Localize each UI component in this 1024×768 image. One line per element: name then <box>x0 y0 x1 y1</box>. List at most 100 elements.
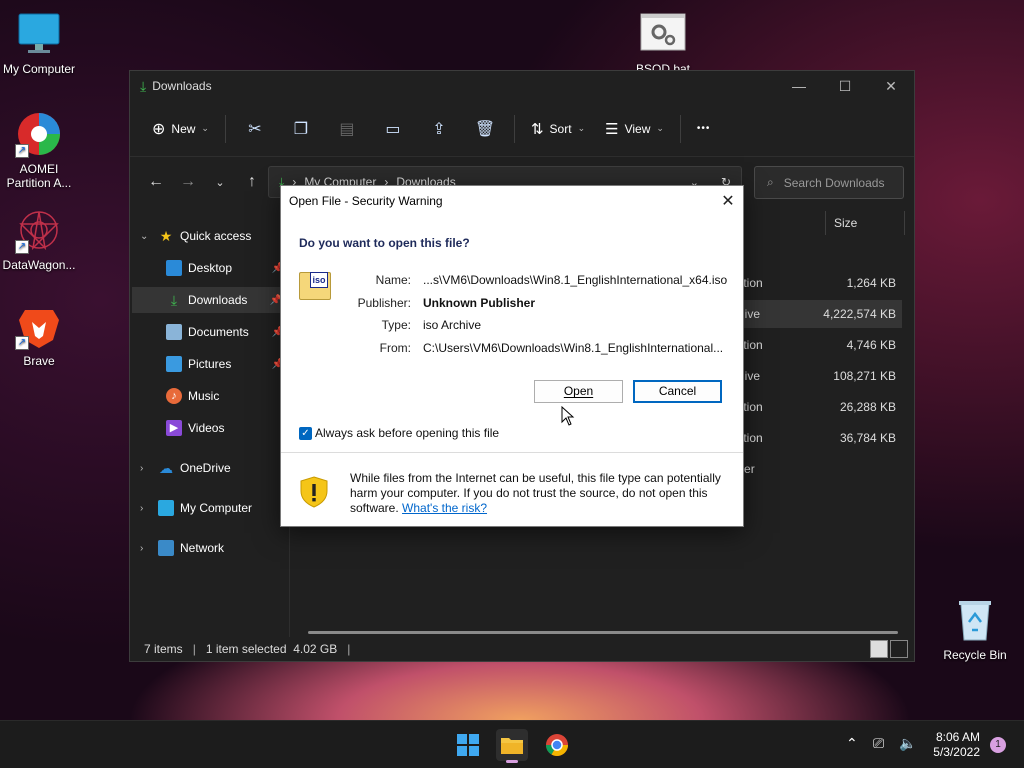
large-icons-view-icon[interactable] <box>890 640 908 658</box>
desktop-icon-datawagon[interactable]: ↗ DataWagon... <box>0 206 81 272</box>
sidebar-item-documents[interactable]: Documents 📌 <box>130 319 290 345</box>
sidebar-label: Desktop <box>188 261 233 275</box>
column-header-size[interactable]: Size <box>825 211 857 235</box>
sidebar-item-network[interactable]: › Network <box>130 535 290 561</box>
chevron-right-icon: › <box>140 502 144 514</box>
sidebar-item-my-computer[interactable]: › My Computer <box>130 495 290 521</box>
show-hidden-icons-chevron-icon[interactable]: ⌃ <box>846 735 858 752</box>
open-button-label: Open <box>563 384 594 398</box>
sidebar-item-onedrive[interactable]: › ☁ OneDrive <box>130 455 290 481</box>
explorer-titlebar[interactable]: ⤓ Downloads — ☐ ✕ <box>130 71 914 101</box>
type-value: iso Archive <box>423 318 482 332</box>
column-divider[interactable] <box>904 211 905 235</box>
dialog-titlebar[interactable]: Open File - Security Warning ✕ <box>281 186 743 216</box>
file-explorer-taskbar-button[interactable] <box>496 729 528 763</box>
search-placeholder: Search Downloads <box>783 175 885 190</box>
dialog-question: Do you want to open this file? <box>299 236 470 250</box>
iso-file-icon: iso <box>299 272 331 300</box>
cancel-button-label: Cancel <box>658 384 697 398</box>
checkmark-icon[interactable]: ✓ <box>299 426 312 440</box>
recent-locations-chevron-icon[interactable]: ⌄ <box>204 176 236 189</box>
sidebar-label: Pictures <box>188 357 232 371</box>
paste-icon[interactable]: ▤ <box>324 119 370 139</box>
details-view-icon[interactable] <box>870 640 888 658</box>
item-count: 7 items <box>144 642 183 656</box>
clock-time: 8:06 AM <box>935 730 980 744</box>
desktop-icon-label: DataWagon... <box>2 258 76 272</box>
cut-icon[interactable]: ✂ <box>232 119 278 139</box>
desktop-icon-brave[interactable]: ↗ Brave <box>0 302 81 368</box>
name-value: ...s\VM6\Downloads\Win8.1_EnglishInterna… <box>423 273 728 287</box>
recycle-bin-icon <box>951 596 999 644</box>
desktop-icon-my-computer[interactable]: My Computer <box>0 10 81 76</box>
publisher-value: Unknown Publisher <box>423 296 536 310</box>
sort-arrows-icon: ⇅ <box>530 120 544 138</box>
sidebar-label: Documents <box>188 325 249 339</box>
chevron-down-icon: ⌄ <box>140 230 149 242</box>
security-warning-dialog[interactable]: Open File - Security Warning ✕ Do you wa… <box>280 185 744 527</box>
cloud-icon: ☁ <box>159 460 173 476</box>
pictures-icon <box>166 356 182 372</box>
chevron-down-icon: ⌄ <box>577 123 586 133</box>
sidebar-label: Downloads <box>188 293 248 307</box>
system-clock[interactable]: 8:06 AM 5/3/2022 <box>933 730 980 760</box>
up-arrow-icon[interactable]: ↑ <box>236 173 268 191</box>
sidebar-label: Music <box>188 389 220 403</box>
horizontal-scrollbar[interactable] <box>308 631 898 634</box>
file-size: 108,271 KB <box>833 369 896 383</box>
desktop-icon-label: Recycle Bin <box>943 648 1007 662</box>
download-arrow-icon: ⤓ <box>170 292 178 308</box>
type-label: Type: <box>381 318 411 332</box>
selection-info: 1 item selected 4.02 GB <box>205 642 338 656</box>
shortcut-arrow-icon: ↗ <box>15 144 29 158</box>
sort-button[interactable]: ⇅ Sort ⌄ <box>521 112 595 146</box>
forward-arrow-icon[interactable]: → <box>172 173 204 191</box>
cancel-button[interactable]: Cancel <box>633 380 722 403</box>
sidebar-label: OneDrive <box>180 461 231 475</box>
delete-icon[interactable]: 🗑 <box>462 119 508 139</box>
new-button[interactable]: ⊕ New ⌄ <box>142 112 219 146</box>
volume-icon[interactable]: 🔈 <box>899 735 916 752</box>
desktop-icon-recycle-bin[interactable]: Recycle Bin <box>933 596 1017 662</box>
sidebar-item-pictures[interactable]: Pictures 📌 <box>130 351 290 377</box>
share-icon[interactable]: ⇪ <box>416 119 462 139</box>
sidebar-label: Quick access <box>180 229 252 243</box>
sort-label: Sort <box>549 121 572 136</box>
sidebar-item-videos[interactable]: ▶ Videos <box>130 415 290 441</box>
whats-the-risk-link[interactable]: What's the risk? <box>402 501 487 515</box>
desktop-icon-aomei[interactable]: ↗ AOMEI Partition A... <box>0 110 81 190</box>
music-note-icon: ♪ <box>166 388 182 404</box>
chevron-right-icon: › <box>140 462 144 474</box>
sidebar-item-quick-access[interactable]: ⌄ ★ Quick access <box>130 223 290 249</box>
desktop-icon-label: Brave <box>23 354 55 368</box>
network-status-icon[interactable]: ⎚ <box>873 735 884 752</box>
notification-badge[interactable]: 1 <box>990 737 1006 753</box>
download-arrow-icon: ⤓ <box>140 77 147 94</box>
aomei-app-icon: ↗ <box>15 110 63 158</box>
close-button[interactable]: ✕ <box>868 78 914 95</box>
chrome-taskbar-button[interactable] <box>541 729 573 761</box>
iso-badge: iso <box>310 272 328 288</box>
minimize-button[interactable]: — <box>776 78 822 95</box>
sidebar-item-music[interactable]: ♪ Music <box>130 383 290 409</box>
plus-circle-icon: ⊕ <box>152 120 166 138</box>
from-label: From: <box>379 341 411 355</box>
maximize-button[interactable]: ☐ <box>822 78 868 95</box>
file-size: 4,222,574 KB <box>823 307 896 321</box>
start-button[interactable] <box>452 729 484 761</box>
sidebar-item-downloads[interactable]: ⤓ Downloads 📌 <box>132 287 288 313</box>
sidebar-item-desktop[interactable]: Desktop 📌 <box>130 255 290 281</box>
search-box[interactable]: ⌕ Search Downloads <box>754 166 904 199</box>
open-button[interactable]: Open <box>534 380 623 403</box>
rename-icon[interactable]: ▭ <box>370 119 416 139</box>
view-button[interactable]: ☰ View ⌄ <box>595 112 674 146</box>
desktop-icon-bsod-bat[interactable]: BSOD.bat <box>621 10 705 76</box>
copy-icon[interactable]: ❐ <box>278 119 324 139</box>
status-divider: | <box>192 642 196 656</box>
checkbox-label: Always ask before opening this file <box>315 426 500 440</box>
close-icon[interactable]: ✕ <box>713 191 743 211</box>
window-title: Downloads <box>152 79 212 93</box>
more-options-button[interactable]: ••• <box>687 112 721 146</box>
always-ask-checkbox[interactable]: ✓ Always ask before opening this file <box>299 426 499 440</box>
back-arrow-icon[interactable]: ← <box>140 173 172 191</box>
